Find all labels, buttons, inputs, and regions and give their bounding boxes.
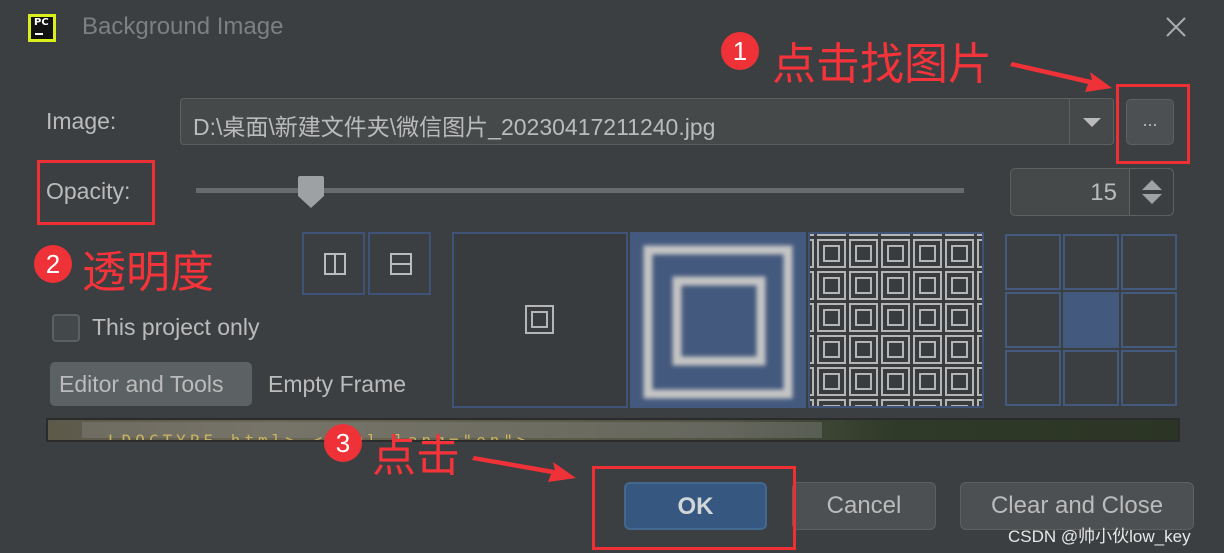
this-project-only-checkbox[interactable] [52, 314, 80, 342]
annotation-text-3: 点击 [372, 431, 460, 482]
dropdown-button[interactable] [1069, 99, 1113, 144]
annotation-badge-1: 1 [721, 32, 759, 70]
image-label: Image: [46, 108, 117, 134]
opacity-slider-thumb[interactable] [296, 175, 326, 209]
pycharm-icon: PC [28, 14, 56, 42]
annotation-box-browse [1116, 84, 1190, 164]
flip-horizontal-button[interactable] [302, 232, 365, 295]
annotation-badge-2: 2 [34, 245, 72, 283]
chevron-down-icon [1083, 118, 1101, 127]
annotation-arrow-1 [1010, 62, 1112, 92]
anchor-middle-right[interactable] [1121, 292, 1177, 348]
annotation-text-2: 透明度 [82, 247, 214, 298]
anchor-top-center[interactable] [1063, 234, 1119, 290]
annotation-arrow-3 [472, 456, 576, 482]
anchor-center[interactable] [1063, 292, 1119, 348]
anchor-grid[interactable] [1005, 234, 1179, 408]
anchor-middle-left[interactable] [1005, 292, 1061, 348]
annotation-box-opacity [37, 160, 155, 225]
close-icon[interactable] [1163, 14, 1189, 40]
preview-code-text: LDOCTYPE html> <html lang="en"> [108, 431, 531, 442]
annotation-box-ok [592, 466, 796, 550]
split-horizontal-icon [390, 253, 412, 275]
spinner-buttons[interactable] [1129, 169, 1173, 215]
fill-mode-tile[interactable] [808, 232, 984, 408]
anchor-bottom-center[interactable] [1063, 350, 1119, 406]
split-vertical-icon [324, 253, 346, 275]
fill-mode-center[interactable] [452, 232, 628, 408]
image-preview: LDOCTYPE html> <html lang="en"> [46, 418, 1180, 442]
opacity-value[interactable]: 15 [1090, 179, 1117, 207]
anchor-top-left[interactable] [1005, 234, 1061, 290]
fill-mode-scale[interactable] [630, 232, 806, 408]
image-path-value[interactable]: D:\桌面\新建文件夹\微信图片_20230417211240.jpg [193, 108, 715, 142]
dialog-title: Background Image [82, 13, 284, 40]
watermark: CSDN @帅小伙low_key [1008, 527, 1191, 546]
spinner-up-icon[interactable] [1142, 180, 1162, 190]
opacity-spinner[interactable]: 15 [1010, 168, 1174, 216]
annotation-text-1: 点击找图片 [772, 39, 992, 90]
this-project-only-label[interactable]: This project only [92, 314, 259, 341]
flip-vertical-button[interactable] [368, 232, 431, 295]
anchor-top-right[interactable] [1121, 234, 1177, 290]
anchor-bottom-left[interactable] [1005, 350, 1061, 406]
target-editor-and-tools[interactable]: Editor and Tools [50, 362, 252, 406]
spinner-down-icon[interactable] [1142, 194, 1162, 204]
image-path-combobox[interactable]: D:\桌面\新建文件夹\微信图片_20230417211240.jpg [180, 98, 1114, 145]
anchor-bottom-right[interactable] [1121, 350, 1177, 406]
cancel-button[interactable]: Cancel [792, 482, 936, 530]
annotation-badge-3: 3 [324, 424, 362, 462]
target-empty-frame[interactable]: Empty Frame [268, 362, 406, 406]
